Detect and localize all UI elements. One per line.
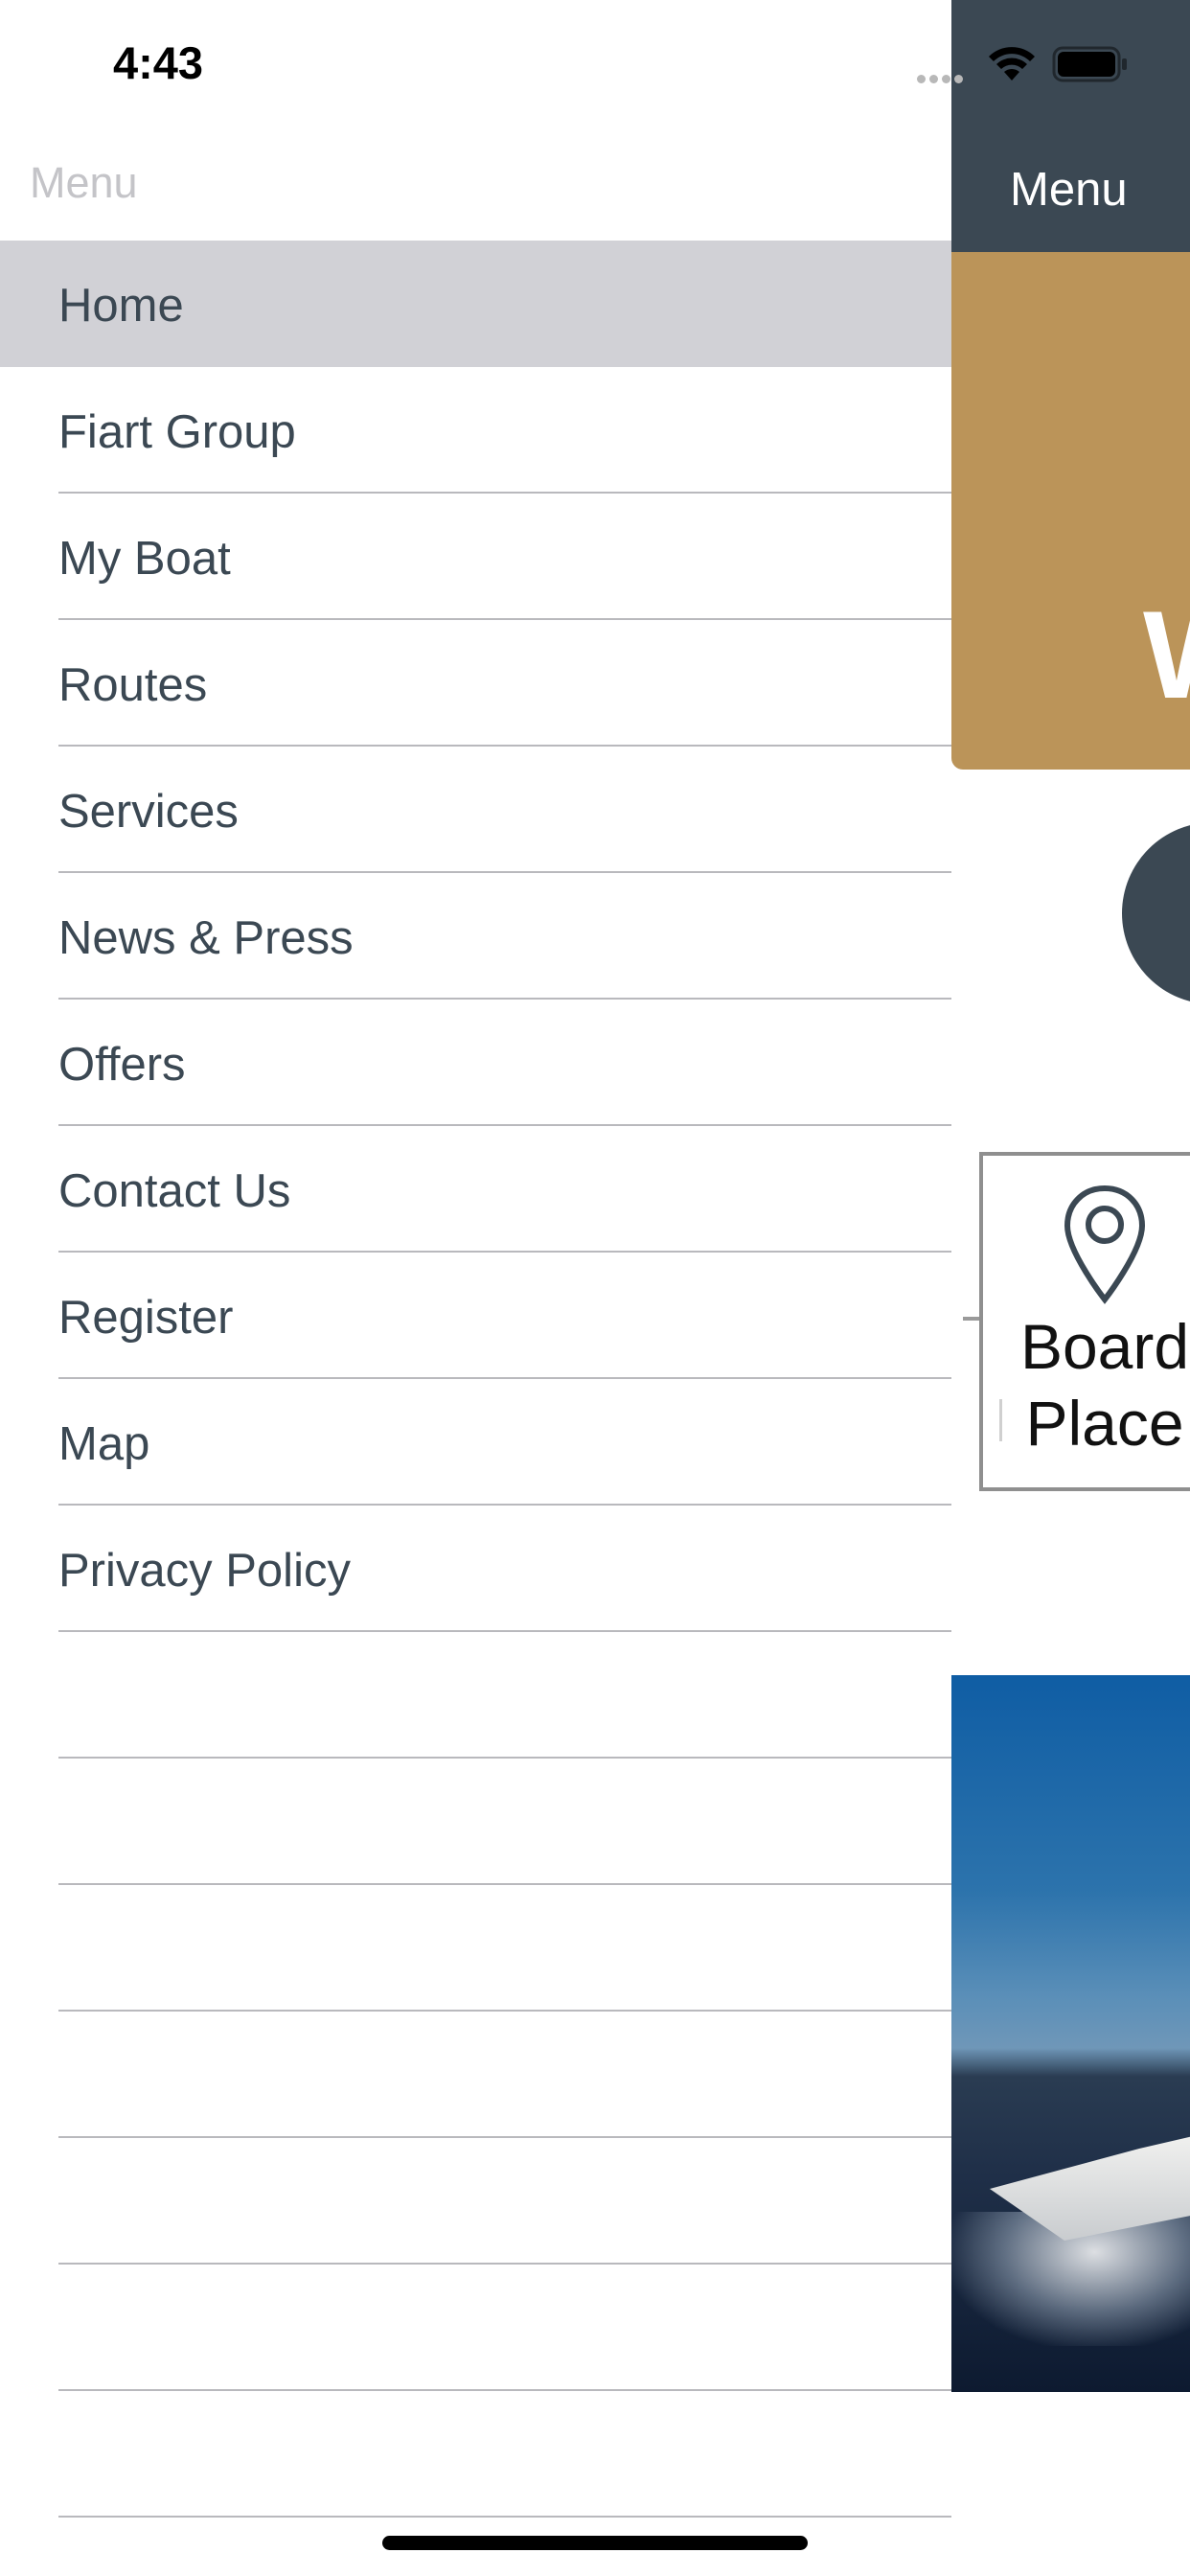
empty-menu-row <box>0 2138 951 2265</box>
location-pin-icon <box>1064 1184 1146 1304</box>
round-action-button[interactable] <box>1122 822 1190 1004</box>
menu-item-label: Offers <box>58 1039 186 1091</box>
home-indicator[interactable] <box>382 2536 808 2550</box>
banner-text: W <box>1143 592 1190 717</box>
boarding-label-line1: Board <box>1019 1311 1190 1382</box>
app-navigation-bar: Menu <box>951 0 1190 252</box>
status-bar-time: 4:43 <box>113 37 204 88</box>
menu-item-label: Fiart Group <box>58 406 296 458</box>
battery-icon <box>1052 46 1127 82</box>
empty-menu-row <box>0 1885 951 2012</box>
boarding-place-label: Board Place <box>971 1308 1190 1461</box>
menu-list: Home Fiart Group My Boat Routes Services… <box>0 241 951 2518</box>
menu-item-services[interactable]: Services <box>0 747 951 873</box>
menu-item-news-press[interactable]: News & Press <box>0 873 951 1000</box>
welcome-banner: W <box>951 252 1190 770</box>
side-menu-drawer: Menu Home Fiart Group My Boat Routes Ser… <box>0 0 951 2576</box>
menu-item-label: Map <box>58 1418 150 1470</box>
boat-photo <box>951 1675 1190 2392</box>
menu-item-home[interactable]: Home <box>0 241 951 367</box>
boarding-label-line2: Place <box>1025 1388 1184 1459</box>
menu-item-my-boat[interactable]: My Boat <box>0 494 951 620</box>
menu-item-label: Privacy Policy <box>58 1545 351 1597</box>
empty-menu-row <box>0 2012 951 2138</box>
menu-item-offers[interactable]: Offers <box>0 1000 951 1126</box>
menu-item-label: Routes <box>58 659 208 711</box>
menu-item-privacy-policy[interactable]: Privacy Policy <box>0 1506 951 1632</box>
empty-menu-row <box>0 2265 951 2391</box>
menu-item-label: Services <box>58 786 239 838</box>
menu-item-map[interactable]: Map <box>0 1379 951 1506</box>
background-app: Menu W Board Place <box>951 0 1190 2576</box>
menu-item-label: My Boat <box>58 533 231 585</box>
empty-menu-row <box>0 1759 951 1885</box>
menu-item-contact-us[interactable]: Contact Us <box>0 1126 951 1253</box>
app-nav-title[interactable]: Menu <box>1010 161 1128 218</box>
wifi-icon <box>989 47 1035 80</box>
menu-item-fiart-group[interactable]: Fiart Group <box>0 367 951 494</box>
empty-menu-row <box>0 1632 951 1759</box>
empty-menu-row <box>0 2391 951 2518</box>
menu-item-label: Register <box>58 1292 234 1344</box>
menu-header: Menu <box>30 158 138 207</box>
cellular-signal-icon <box>917 71 967 88</box>
menu-item-label: Home <box>58 280 184 332</box>
menu-item-label: Contact Us <box>58 1165 291 1217</box>
menu-item-routes[interactable]: Routes <box>0 620 951 747</box>
menu-item-label: News & Press <box>58 912 354 964</box>
menu-item-register[interactable]: Register <box>0 1253 951 1379</box>
